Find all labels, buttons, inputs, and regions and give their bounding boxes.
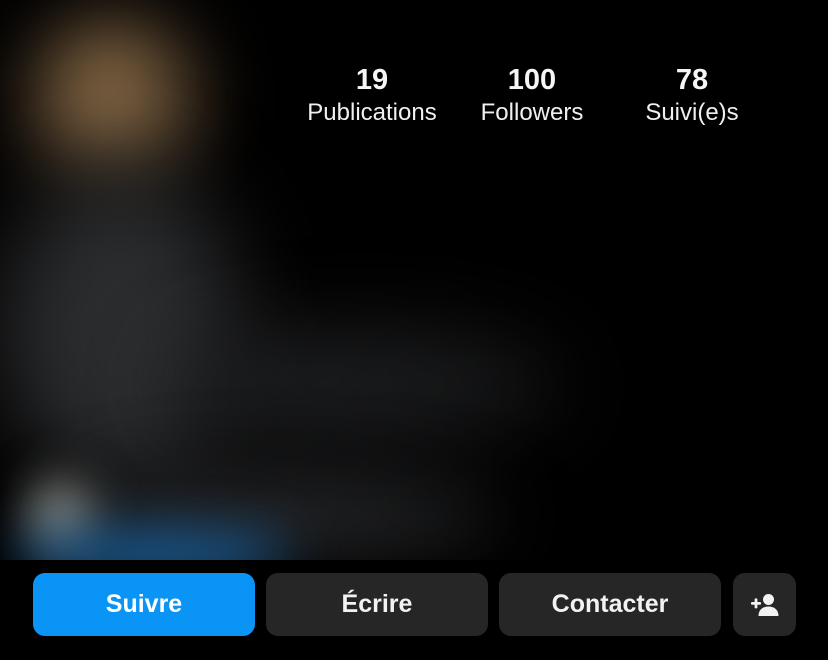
stat-value: 100 bbox=[507, 64, 557, 96]
add-person-icon bbox=[750, 593, 778, 616]
message-button[interactable]: Écrire bbox=[266, 573, 488, 636]
follow-button[interactable]: Suivre bbox=[33, 573, 255, 636]
stat-label: Followers bbox=[480, 99, 584, 126]
stat-value: 78 bbox=[675, 64, 709, 96]
suggest-users-button[interactable] bbox=[733, 573, 796, 636]
contact-button[interactable]: Contacter bbox=[499, 573, 721, 636]
stat-value: 19 bbox=[355, 64, 389, 96]
stat-publications[interactable]: 19 Publications bbox=[292, 62, 452, 128]
stat-followers[interactable]: 100 Followers bbox=[452, 62, 612, 128]
stat-following[interactable]: 78 Suivi(e)s bbox=[612, 62, 772, 128]
action-bar: Suivre Écrire Contacter bbox=[0, 560, 828, 660]
profile-header: 19 Publications 100 Followers 78 Suivi(e… bbox=[0, 0, 828, 660]
stat-label: Publications bbox=[307, 99, 437, 126]
profile-stats: 19 Publications 100 Followers 78 Suivi(e… bbox=[290, 62, 765, 142]
stat-label: Suivi(e)s bbox=[645, 99, 739, 126]
